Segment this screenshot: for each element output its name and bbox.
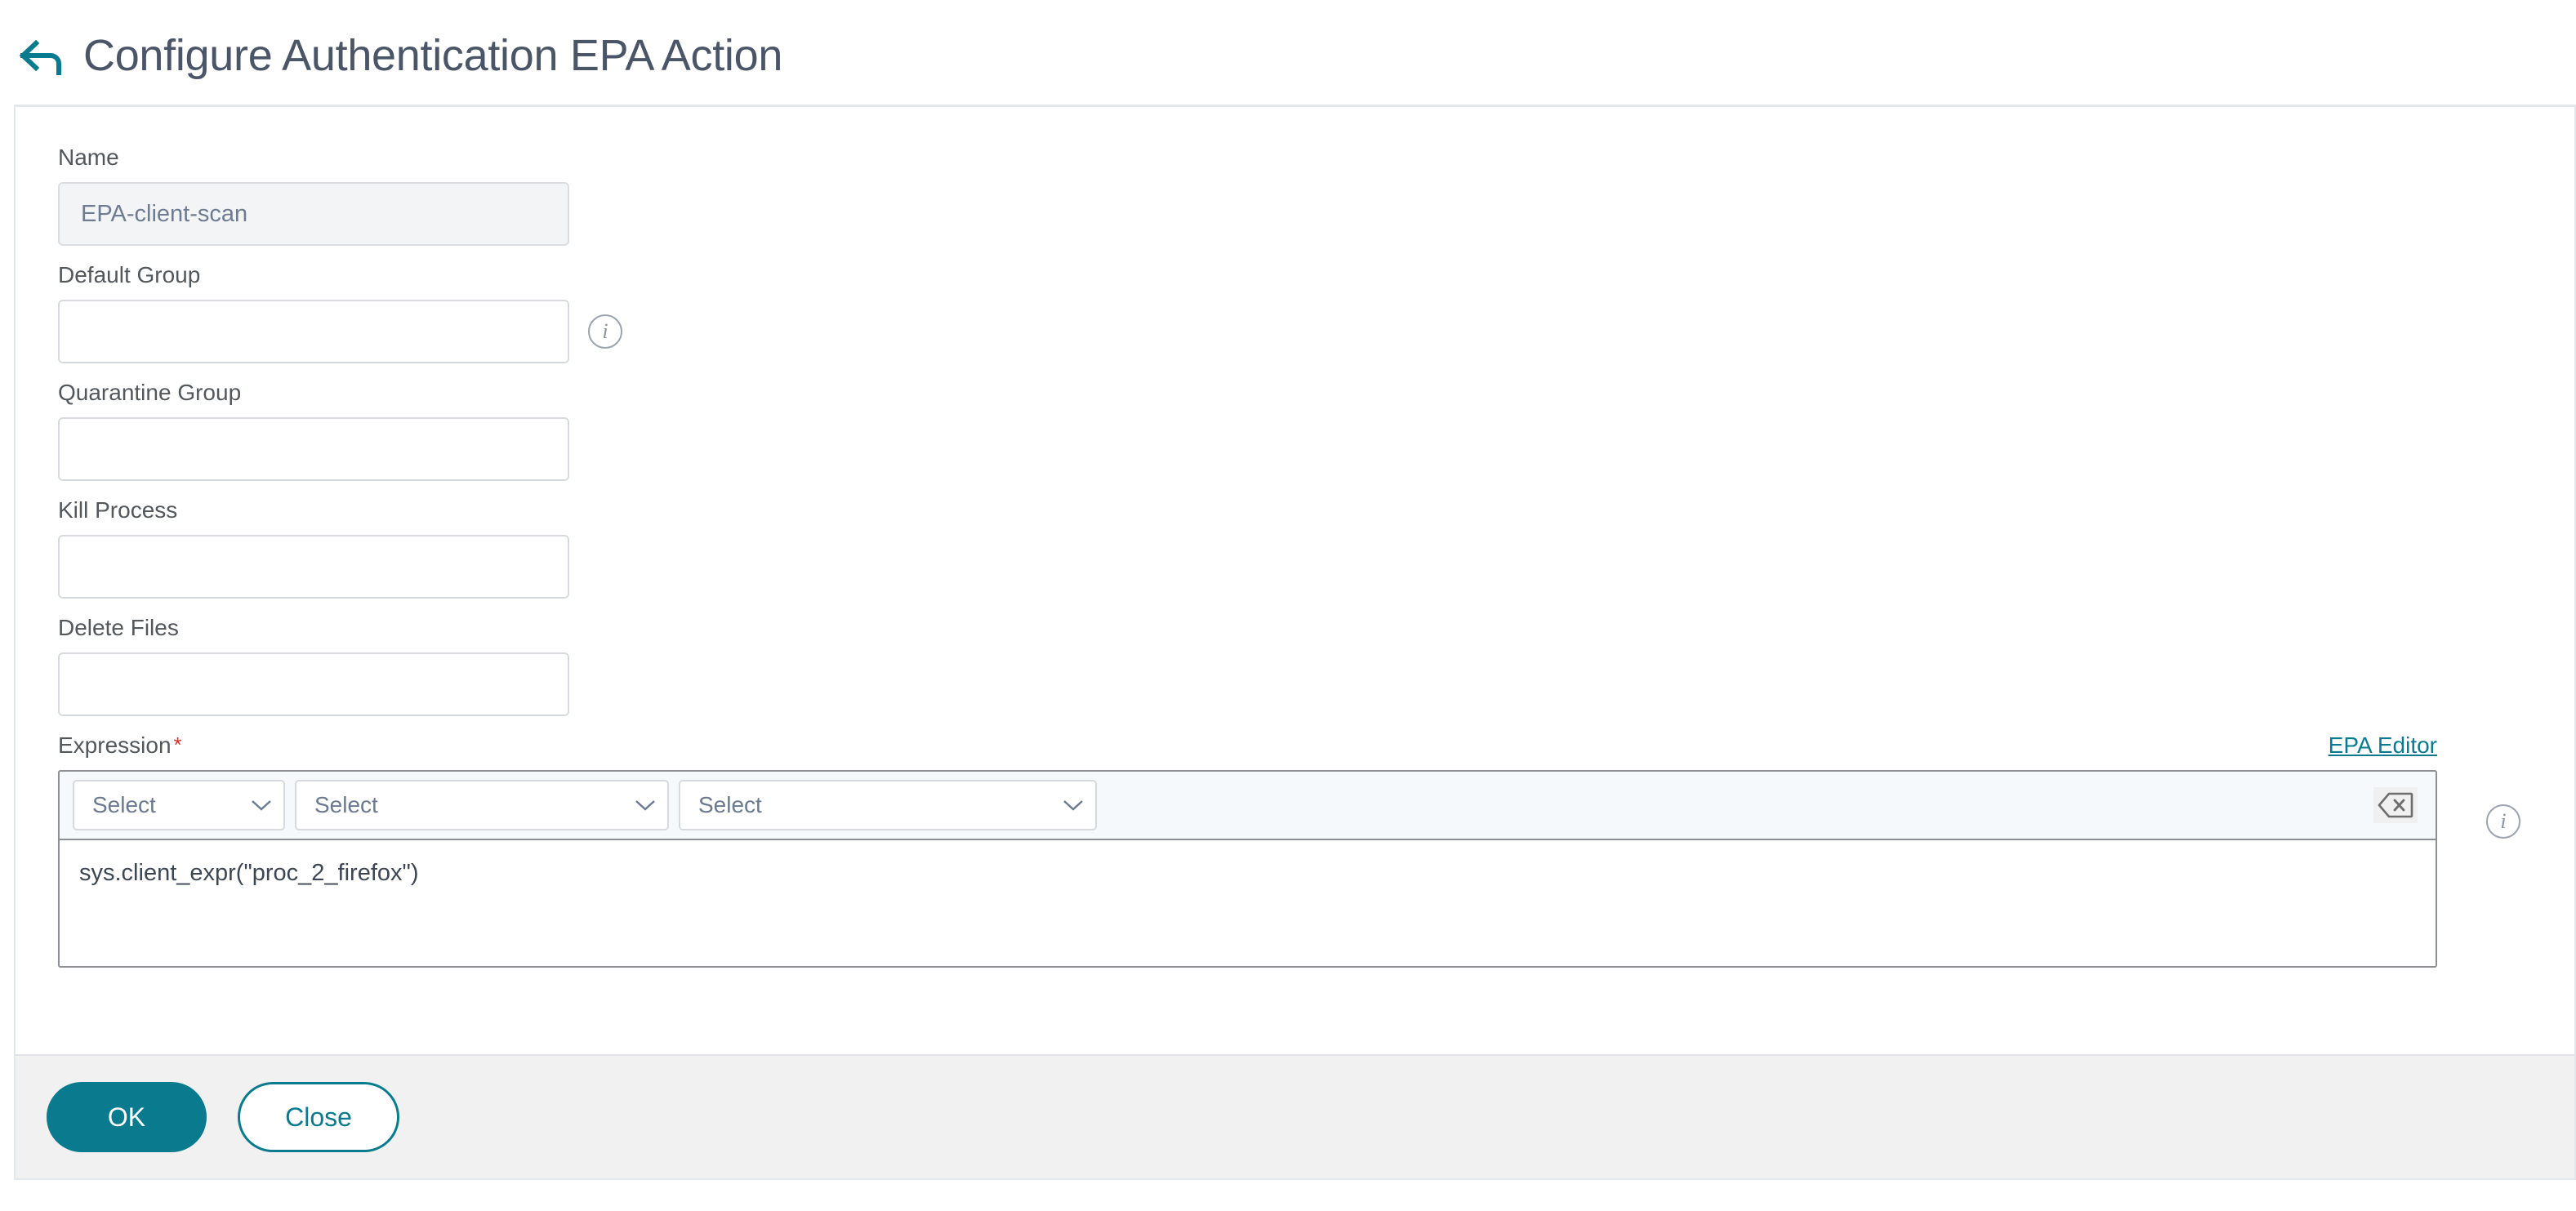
field-label-name: Name [58,145,119,170]
required-asterisk: * [173,732,182,757]
config-panel: Name Default Group i Quarantine Group Ki… [14,105,2576,1180]
expression-wrap: Select Select Select sys.client_expr("pr… [58,770,2574,968]
close-button[interactable]: Close [238,1082,399,1152]
expression-box: Select Select Select [58,770,2437,968]
expression-label-text: Expression [58,732,172,758]
expression-select-2[interactable]: Select [295,780,669,830]
expression-select-1[interactable]: Select [73,780,285,830]
epa-editor-link[interactable]: EPA Editor [2329,734,2437,757]
field-quarantine-group: Quarantine Group [58,381,2574,481]
expression-textarea[interactable] [60,840,2436,966]
ok-button[interactable]: OK [47,1082,207,1152]
chevron-down-icon [252,800,271,811]
panel-body: Name Default Group i Quarantine Group Ki… [16,107,2574,1057]
expression-select-3-label: Select [698,792,762,817]
quarantine-group-input[interactable] [58,417,569,481]
field-delete-files: Delete Files [58,617,2574,716]
chevron-down-icon [1063,800,1083,811]
delete-files-input[interactable] [58,652,569,716]
field-name: Name [58,146,2574,246]
kill-process-input[interactable] [58,535,569,599]
field-label-default-group: Default Group [58,262,201,287]
input-row-default-group: i [58,300,2574,363]
back-arrow-icon[interactable] [18,32,65,79]
info-icon-expression[interactable]: i [2486,804,2520,839]
field-expression: Expression * EPA Editor Select Select Se… [58,734,2574,968]
expression-select-1-label: Select [92,792,156,817]
input-row-quarantine-group [58,417,2574,481]
field-label-kill-process: Kill Process [58,497,178,523]
field-label-delete-files: Delete Files [58,615,179,640]
input-row-delete-files [58,652,2574,716]
erase-backspace-icon[interactable] [2373,787,2418,823]
expression-select-2-label: Select [314,792,378,817]
chevron-down-icon [635,800,655,811]
input-row-name [58,182,2574,246]
field-label-quarantine-group: Quarantine Group [58,380,242,405]
field-kill-process: Kill Process [58,499,2574,599]
expression-header: Expression * EPA Editor [58,734,2437,757]
input-row-kill-process [58,535,2574,599]
field-default-group: Default Group i [58,264,2574,363]
page-title: Configure Authentication EPA Action [83,31,783,80]
field-label-expression: Expression * [58,734,182,757]
info-icon-default-group[interactable]: i [588,314,622,349]
page-header: Configure Authentication EPA Action [0,0,2576,95]
expression-toolbar: Select Select Select [60,772,2436,840]
default-group-input[interactable] [58,300,569,363]
panel-footer: OK Close [16,1054,2574,1178]
name-input[interactable] [58,182,569,246]
expression-select-3[interactable]: Select [679,780,1097,830]
